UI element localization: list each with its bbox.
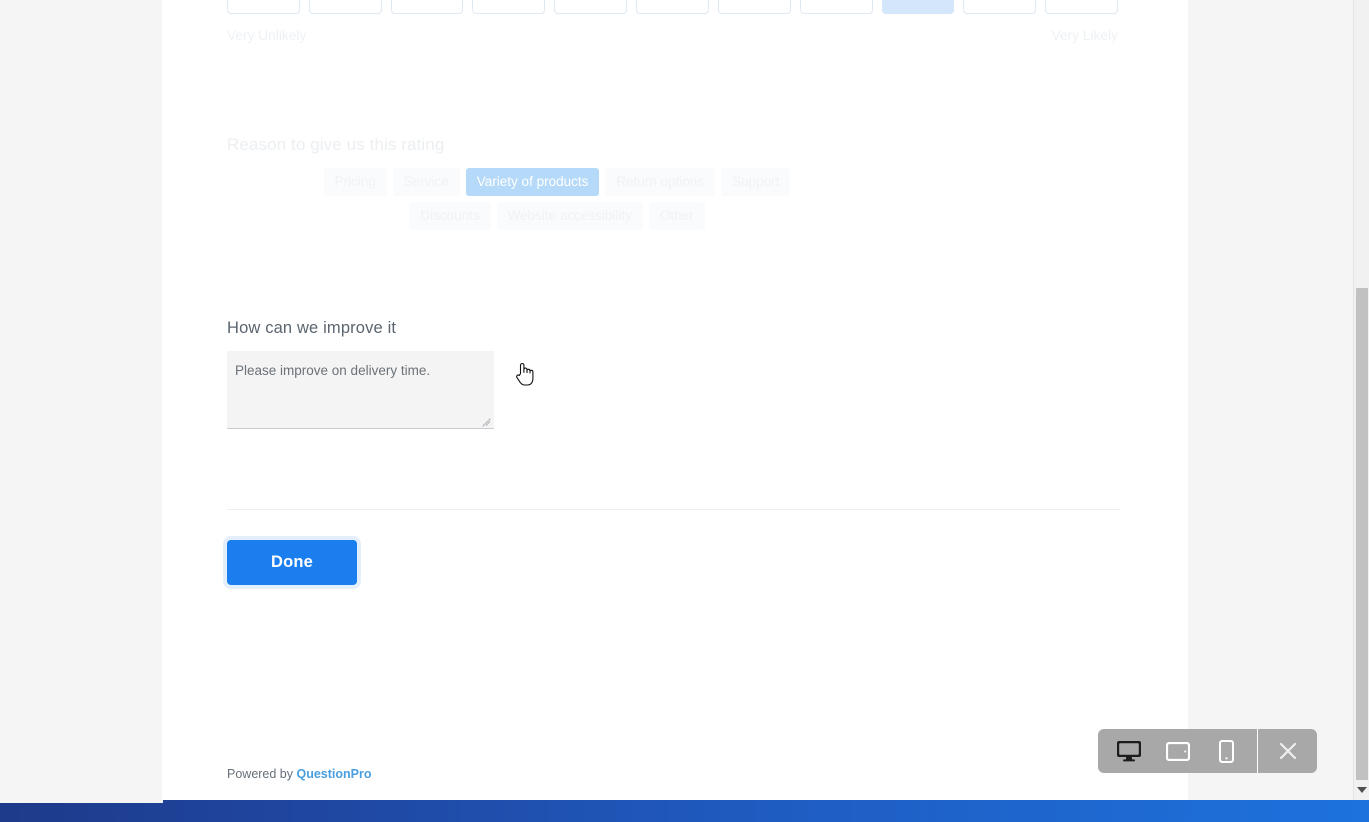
reason-tag-variety-of-products[interactable]: Variety of products — [465, 168, 600, 196]
reason-tag-other[interactable]: Other — [648, 202, 705, 230]
nps-option-8-selected[interactable] — [881, 0, 955, 14]
nps-option-0[interactable] — [227, 0, 300, 14]
reason-tag-pricing[interactable]: Pricing — [323, 168, 387, 196]
nps-option-9[interactable] — [963, 0, 1037, 14]
close-preview-button[interactable] — [1257, 729, 1317, 773]
tablet-icon — [1165, 741, 1190, 761]
taskbar-left-sliver — [0, 800, 163, 803]
device-buttons-group — [1098, 729, 1257, 773]
powered-by-footer: Powered by QuestionPro — [227, 767, 372, 781]
browser-viewport: Very Unlikely Very Likely Reason to give… — [0, 0, 1352, 800]
nps-label-low: Very Unlikely — [227, 28, 307, 43]
reason-tag-row-1: Pricing Service Variety of products Retu… — [227, 168, 887, 196]
done-button[interactable]: Done — [227, 540, 357, 585]
mouse-cursor-pointer-icon — [516, 363, 534, 386]
mobile-view-button[interactable] — [1202, 729, 1251, 773]
scrollbar-thumb[interactable] — [1356, 288, 1368, 780]
close-icon — [1279, 742, 1296, 760]
reason-tag-service[interactable]: Service — [392, 168, 460, 196]
nps-option-5[interactable] — [636, 0, 709, 14]
nps-option-3[interactable] — [472, 0, 546, 14]
reason-tag-website-accessibility[interactable]: Website accessibility — [496, 202, 643, 230]
tablet-view-button[interactable] — [1153, 729, 1202, 773]
improve-textarea[interactable] — [227, 351, 494, 429]
nps-label-high: Very Likely — [1051, 28, 1118, 43]
chevron-down-icon — [1357, 787, 1367, 793]
scrollbar-down-arrow-button[interactable] — [1354, 780, 1369, 800]
desktop-monitor-icon — [1116, 741, 1141, 762]
footer-prefix: Powered by — [227, 767, 297, 781]
survey-card: Very Unlikely Very Likely Reason to give… — [162, 0, 1188, 800]
nps-option-4[interactable] — [554, 0, 628, 14]
survey-card-content: Very Unlikely Very Likely Reason to give… — [227, 0, 1120, 800]
nps-option-10[interactable] — [1045, 0, 1118, 14]
reason-tag-group[interactable]: Pricing Service Variety of products Retu… — [227, 168, 887, 236]
reason-tag-row-2: Discounts Website accessibility Other — [227, 202, 887, 230]
reason-tag-support[interactable]: Support — [721, 168, 791, 196]
improve-question-heading: How can we improve it — [227, 319, 397, 337]
desktop-view-button[interactable] — [1104, 729, 1153, 773]
taskbar — [0, 800, 1369, 822]
nps-option-7[interactable] — [799, 0, 873, 14]
nps-option-6[interactable] — [717, 0, 791, 14]
questionpro-link[interactable]: QuestionPro — [296, 767, 371, 781]
nps-scale-labels: Very Unlikely Very Likely — [227, 28, 1118, 43]
reason-tag-return-options[interactable]: Return options — [605, 168, 716, 196]
nps-option-1[interactable] — [308, 0, 382, 14]
device-preview-toolbar[interactable] — [1098, 729, 1317, 773]
page-scrollbar[interactable] — [1353, 0, 1369, 800]
nps-option-2[interactable] — [390, 0, 464, 14]
mobile-phone-icon — [1219, 739, 1234, 763]
nps-rating-scale[interactable] — [227, 0, 1118, 14]
reason-question-heading: Reason to give us this rating — [227, 135, 445, 154]
reason-tag-discounts[interactable]: Discounts — [409, 202, 491, 230]
section-divider — [227, 509, 1120, 510]
